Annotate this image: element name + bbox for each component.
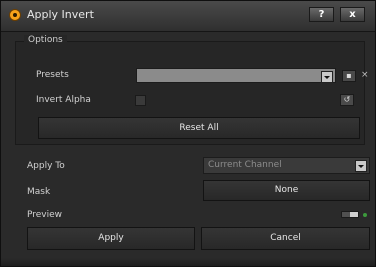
mask-label: Mask xyxy=(27,187,51,197)
mask-button[interactable]: None xyxy=(203,180,370,201)
preview-label: Preview xyxy=(27,210,63,220)
close-button[interactable]: x xyxy=(340,7,365,22)
delete-preset-icon[interactable]: × xyxy=(361,70,369,80)
help-button[interactable]: ? xyxy=(309,7,334,22)
cancel-button[interactable]: Cancel xyxy=(201,227,370,250)
apply-button[interactable]: Apply xyxy=(27,227,195,250)
preview-status-icon xyxy=(363,213,367,217)
invert-alpha-label: Invert Alpha xyxy=(36,95,91,105)
presets-label: Presets xyxy=(36,70,69,80)
app-logo-icon xyxy=(9,9,21,21)
presets-arrow-icon[interactable] xyxy=(321,71,333,83)
options-group: Options Presets ▪ × Invert Alpha ↺ Reset… xyxy=(15,35,369,145)
reset-invert-alpha-icon[interactable]: ↺ xyxy=(340,94,354,106)
title-bar[interactable]: Apply Invert ? x xyxy=(1,1,375,32)
window-bottom-edge xyxy=(1,258,375,266)
preview-toggle[interactable] xyxy=(341,211,359,218)
apply-to-dropdown[interactable]: Current Channel xyxy=(203,157,370,174)
presets-dropdown[interactable] xyxy=(136,68,336,83)
invert-alpha-checkbox[interactable] xyxy=(135,95,146,106)
apply-to-arrow-icon[interactable] xyxy=(355,160,367,172)
options-group-title: Options xyxy=(24,35,67,45)
apply-to-label: Apply To xyxy=(27,161,65,171)
reset-all-button[interactable]: Reset All xyxy=(38,117,360,139)
apply-invert-dialog: Apply Invert ? x Options Presets ▪ × Inv… xyxy=(0,0,376,267)
window-title: Apply Invert xyxy=(27,8,94,21)
apply-to-value: Current Channel xyxy=(208,160,282,170)
save-preset-icon[interactable]: ▪ xyxy=(342,70,356,82)
